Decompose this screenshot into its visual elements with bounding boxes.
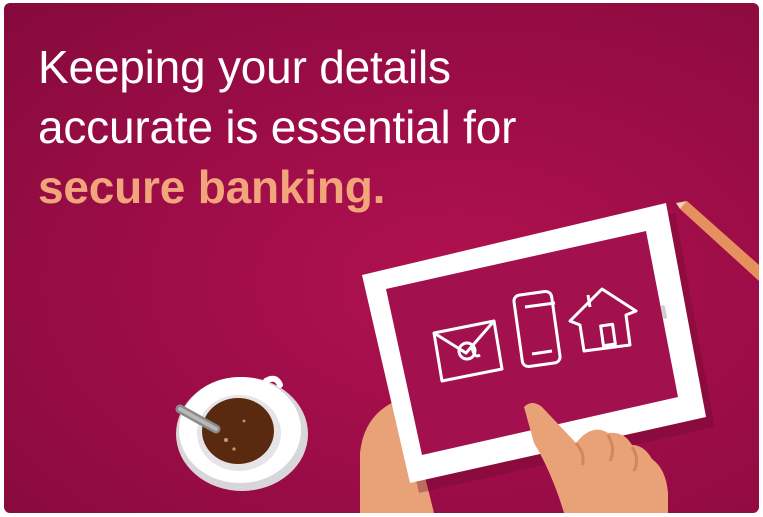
pencil — [676, 201, 759, 281]
coffee-cup — [175, 375, 308, 491]
illustration — [175, 201, 759, 513]
promo-card: Keeping your details accurate is essenti… — [4, 3, 759, 513]
